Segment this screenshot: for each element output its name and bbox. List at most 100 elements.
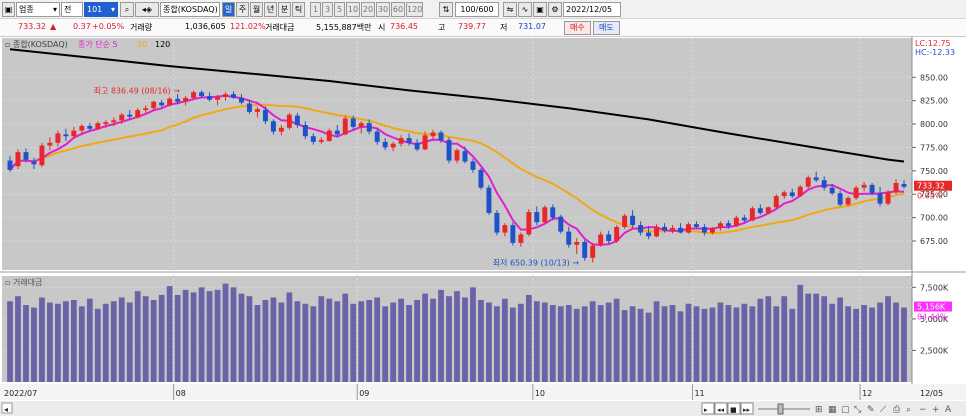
sell-button[interactable]: 매도 xyxy=(593,21,620,35)
candle-up xyxy=(167,98,173,106)
prev-select[interactable]: 전 xyxy=(61,2,83,17)
volume-bar xyxy=(757,298,764,382)
candle-down xyxy=(630,215,636,226)
candle-down xyxy=(829,187,835,194)
box-icon[interactable]: ▢ xyxy=(841,405,850,415)
volume-bar xyxy=(621,310,628,382)
open-value: 736.45 xyxy=(390,22,418,31)
candle-up xyxy=(622,215,628,227)
candle-up xyxy=(853,187,859,198)
volume-bar xyxy=(262,299,269,382)
save-icon[interactable]: ▣ xyxy=(533,2,547,17)
chevron-down-icon: ▾ xyxy=(110,5,115,14)
volume-bar xyxy=(70,299,77,382)
volume-bar xyxy=(142,296,149,382)
candle-up xyxy=(845,197,851,205)
volume-bar xyxy=(605,302,612,382)
market-type-select[interactable]: 업종 ▾ xyxy=(16,2,60,17)
volume-bar xyxy=(525,294,532,382)
price-tick-label: 700.00 xyxy=(920,214,948,223)
interval-tab[interactable]: 120 xyxy=(406,2,423,17)
period-tab[interactable]: 주 xyxy=(236,2,249,17)
date-field[interactable]: 2022/12/05 ▭ xyxy=(563,2,621,17)
candle-up xyxy=(526,212,532,235)
volume-bar xyxy=(110,301,117,382)
volume-bar xyxy=(230,287,237,382)
high-value: 739.77 xyxy=(458,22,486,31)
volume-bar xyxy=(334,301,341,382)
interval-tab[interactable]: 30 xyxy=(376,2,390,17)
candle-up xyxy=(797,186,803,197)
price-tick-label: 825.00 xyxy=(920,97,948,106)
trade-value: 5,155,887백만 xyxy=(316,23,372,32)
volume-bar xyxy=(645,312,652,382)
interval-tab[interactable]: 1 xyxy=(310,2,321,17)
grid-icon[interactable]: ▦ xyxy=(828,405,837,415)
volume-bar xyxy=(182,289,189,382)
code-input[interactable]: 101 ▾ xyxy=(84,2,118,17)
cursor-icon[interactable]: ⤡ xyxy=(854,405,861,415)
price-tick-label: 850.00 xyxy=(920,73,948,82)
candle-up xyxy=(709,227,715,233)
volume-bar xyxy=(837,297,844,382)
volume-bar xyxy=(597,305,604,382)
volume-bar xyxy=(278,302,285,382)
interval-tab[interactable]: 60 xyxy=(391,2,405,17)
period-tab[interactable]: 일 xyxy=(222,2,235,17)
volume-bar xyxy=(821,296,828,382)
interval-tab[interactable]: 10 xyxy=(346,2,360,17)
speaker-icon[interactable]: ◂◈ xyxy=(135,2,159,17)
pen-icon[interactable]: ✎ xyxy=(867,405,875,415)
spinner-icon[interactable]: ⇅ xyxy=(439,2,453,17)
minus-icon[interactable]: − xyxy=(919,405,927,415)
measure-icon[interactable]: ⟋ xyxy=(880,405,887,415)
candle-down xyxy=(494,212,500,233)
interval-tab[interactable]: 3 xyxy=(322,2,333,17)
text-icon[interactable]: A xyxy=(945,405,952,415)
interval-tab[interactable]: 20 xyxy=(361,2,375,17)
candle-down xyxy=(757,208,763,213)
candle-down xyxy=(693,224,699,227)
buy-button[interactable]: 매수 xyxy=(564,21,591,35)
volume-bar xyxy=(717,302,724,382)
price-volume-chart[interactable]: 850.00825.00800.00775.00750.00725.00700.… xyxy=(0,37,966,416)
plus-icon[interactable]: + xyxy=(932,405,940,415)
current-price: 733.32 xyxy=(18,22,46,31)
chart-line-icon[interactable]: ∿ xyxy=(518,2,532,17)
stop-icon: ■ xyxy=(730,406,737,414)
zoom-icon[interactable]: ⌕ xyxy=(906,405,911,415)
volume-bar xyxy=(382,306,389,382)
menu-icon[interactable]: ▣ xyxy=(2,2,15,17)
candle-down xyxy=(534,212,540,223)
candle-down xyxy=(262,110,268,122)
volume-tag-pct: 84.44% xyxy=(917,313,948,322)
candle-up xyxy=(893,183,899,193)
search-icon[interactable]: ⌕ xyxy=(120,2,134,17)
compare-icon[interactable]: ⇋ xyxy=(503,2,517,17)
chart-area[interactable]: 850.00 825.00 800.00 775.00 750.00 725.00 700.… xyxy=(0,37,966,416)
period-tab[interactable]: 월 xyxy=(250,2,263,17)
period-tab[interactable]: 분 xyxy=(278,2,291,17)
crosshair-icon[interactable]: ⊞ xyxy=(815,405,823,415)
volume-bar xyxy=(653,301,660,382)
count-field[interactable]: 100/600 xyxy=(455,2,499,17)
volume-bar xyxy=(342,293,349,382)
print-icon[interactable]: ⎙ xyxy=(893,405,901,415)
candle-down xyxy=(638,225,644,233)
date-tick-label: 11 xyxy=(694,389,704,398)
zoom-slider-handle[interactable] xyxy=(777,403,784,415)
candle-up xyxy=(286,114,292,128)
volume-bar xyxy=(438,289,444,382)
candle-down xyxy=(199,92,205,96)
volume-bar xyxy=(166,286,173,382)
candle-up xyxy=(733,217,739,227)
period-tab[interactable]: 틱 xyxy=(292,2,305,17)
volume-bar xyxy=(286,292,293,382)
volume-bar xyxy=(789,308,796,382)
candle-up xyxy=(326,130,332,141)
volume-bar xyxy=(893,302,899,382)
interval-tab[interactable]: 5 xyxy=(334,2,345,17)
candle-up xyxy=(103,122,109,125)
gear-icon[interactable]: ⚙ xyxy=(548,2,562,17)
period-tab[interactable]: 년 xyxy=(264,2,277,17)
